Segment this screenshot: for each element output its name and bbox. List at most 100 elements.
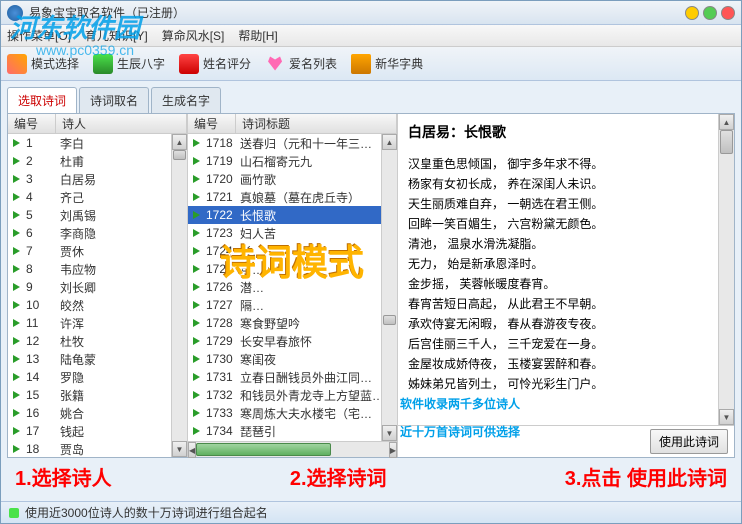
list-item[interactable]: 18贾岛 (8, 440, 171, 457)
list-item[interactable]: 8韦应物 (8, 260, 171, 278)
list-item[interactable]: 1733寒周炼大夫水楼宅（宅… (188, 404, 381, 422)
list-item[interactable]: 5刘禹锡 (8, 206, 171, 224)
row-number: 1731 (204, 370, 236, 384)
overlay-promo: 软件收录两千多位诗人 近十万首诗词可供选择 (400, 390, 520, 446)
poem-title-text: 立春日酬钱员外曲江同… (236, 369, 381, 386)
poet-scrollbar[interactable]: ▲ ▼ (171, 134, 187, 457)
poem-viewer: 白居易：长恨歌 汉皇重色思倾国， 御宇多年求不得。杨家有女初长成， 养在深闺人未… (398, 114, 718, 425)
row-number: 1729 (204, 334, 236, 348)
hscroll-thumb[interactable] (196, 443, 331, 456)
row-number: 1727 (204, 298, 236, 312)
mode-icon (7, 54, 27, 74)
list-item[interactable]: 16姚合 (8, 404, 171, 422)
header-title: 诗词标题 (236, 114, 397, 133)
minimize-button[interactable] (685, 6, 699, 20)
list-item[interactable]: 10皎然 (8, 296, 171, 314)
list-item[interactable]: 1727隔… (188, 296, 381, 314)
list-item[interactable]: 14罗隐 (8, 368, 171, 386)
menu-help[interactable]: 帮助[H] (238, 27, 277, 44)
love-list-button[interactable]: 爱名列表 (265, 54, 337, 74)
poem-line: 金屋妆成娇侍夜， 玉楼宴罢醉和春。 (408, 354, 708, 374)
menu-fengshui[interactable]: 算命风水[S] (162, 27, 225, 44)
list-item[interactable]: 3白居易 (8, 170, 171, 188)
header-number: 编号 (8, 114, 56, 133)
play-icon (188, 355, 204, 363)
list-item[interactable]: 1李白 (8, 134, 171, 152)
status-text: 使用近3000位诗人的数十万诗词进行组合起名 (25, 504, 268, 521)
list-item[interactable]: 11许浑 (8, 314, 171, 332)
list-item[interactable]: 4齐己 (8, 188, 171, 206)
scroll-up-button[interactable]: ▲ (382, 134, 397, 150)
row-number: 1728 (204, 316, 236, 330)
poem-list-header: 编号 诗词标题 (188, 114, 397, 134)
row-number: 1 (24, 136, 56, 150)
header-number: 编号 (188, 114, 236, 133)
scroll-left-button[interactable]: ◀ (188, 442, 196, 458)
list-item[interactable]: 1718送春归（元和十一年三… (188, 134, 381, 152)
list-item[interactable]: 2杜甫 (8, 152, 171, 170)
scroll-down-button[interactable]: ▼ (382, 425, 397, 441)
poet-name: 贾岛 (56, 441, 171, 458)
poem-hscrollbar[interactable]: ◀ ▶ (188, 441, 397, 457)
list-item[interactable]: 12杜牧 (8, 332, 171, 350)
play-icon (188, 427, 204, 435)
list-item[interactable]: 1721真娘墓（墓在虎丘寺） (188, 188, 381, 206)
poem-title-list[interactable]: 1718送春归（元和十一年三…1719山石榴寄元九1720画竹歌1721真娘墓（… (188, 134, 381, 441)
list-item[interactable]: 1728寒食野望吟 (188, 314, 381, 332)
tab-bar: 选取诗词 诗词取名 生成名字 (7, 87, 735, 113)
scroll-up-button[interactable]: ▲ (719, 114, 734, 130)
scroll-up-button[interactable]: ▲ (172, 134, 187, 150)
poet-name: 陆龟蒙 (56, 351, 171, 368)
tab-generate-name[interactable]: 生成名字 (151, 87, 221, 113)
play-icon (188, 247, 204, 255)
close-button[interactable] (721, 6, 735, 20)
list-item[interactable]: 1720画竹歌 (188, 170, 381, 188)
play-icon (8, 193, 24, 201)
row-number: 1732 (204, 388, 236, 402)
play-icon (188, 211, 204, 219)
list-item[interactable]: 7贾休 (8, 242, 171, 260)
poem-title-text: 寒闺夜 (236, 351, 381, 368)
list-item[interactable]: 1730寒闺夜 (188, 350, 381, 368)
list-item[interactable]: 1732和钱员外青龙寺上方望蓝… (188, 386, 381, 404)
scroll-down-button[interactable]: ▼ (719, 409, 734, 425)
scroll-thumb[interactable] (383, 315, 396, 325)
list-item[interactable]: 1734琵琶引 (188, 422, 381, 440)
list-item[interactable]: 6李商隐 (8, 224, 171, 242)
tab-select-poem[interactable]: 选取诗词 (7, 87, 77, 113)
list-item[interactable]: 13陆龟蒙 (8, 350, 171, 368)
content-scrollbar[interactable]: ▲ ▼ (718, 114, 734, 425)
list-item[interactable]: 17钱起 (8, 422, 171, 440)
list-item[interactable]: 1722长恨歌 (188, 206, 381, 224)
scroll-down-button[interactable]: ▼ (172, 441, 187, 457)
scroll-thumb[interactable] (173, 150, 186, 160)
list-item[interactable]: 15张籍 (8, 386, 171, 404)
poem-scrollbar[interactable]: ▲ ▼ (381, 134, 397, 441)
scroll-track[interactable] (172, 150, 187, 441)
hscroll-track[interactable] (196, 442, 389, 457)
maximize-button[interactable] (703, 6, 717, 20)
watermark-logo: 河东软件园 (10, 8, 140, 45)
scroll-thumb[interactable] (720, 130, 733, 154)
scroll-track[interactable] (719, 130, 734, 409)
poem-line: 汉皇重色思倾国， 御宇多年求不得。 (408, 154, 708, 174)
list-item[interactable]: 1729长安早春旅怀 (188, 332, 381, 350)
heart-icon (265, 54, 285, 74)
score-button[interactable]: 姓名评分 (179, 54, 251, 74)
scroll-track[interactable] (382, 150, 397, 425)
row-number: 9 (24, 280, 56, 294)
use-poem-button[interactable]: 使用此诗词 (650, 429, 728, 454)
score-icon (179, 54, 199, 74)
tab-poem-naming[interactable]: 诗词取名 (79, 87, 149, 113)
poet-list[interactable]: 1李白2杜甫3白居易4齐己5刘禹锡6李商隐7贾休8韦应物9刘长卿10皎然11许浑… (8, 134, 171, 457)
poet-name: 刘禹锡 (56, 207, 171, 224)
dictionary-button[interactable]: 新华字典 (351, 54, 423, 74)
play-icon (8, 445, 24, 453)
app-window: 易象宝宝取名软件（已注册） 操作菜单[O] 育儿知识[Y] 算命风水[S] 帮助… (0, 0, 742, 524)
list-item[interactable]: 9刘长卿 (8, 278, 171, 296)
play-icon (8, 139, 24, 147)
scroll-right-button[interactable]: ▶ (389, 442, 397, 458)
list-item[interactable]: 1731立春日酬钱员外曲江同… (188, 368, 381, 386)
list-item[interactable]: 1719山石榴寄元九 (188, 152, 381, 170)
window-controls (685, 6, 735, 20)
